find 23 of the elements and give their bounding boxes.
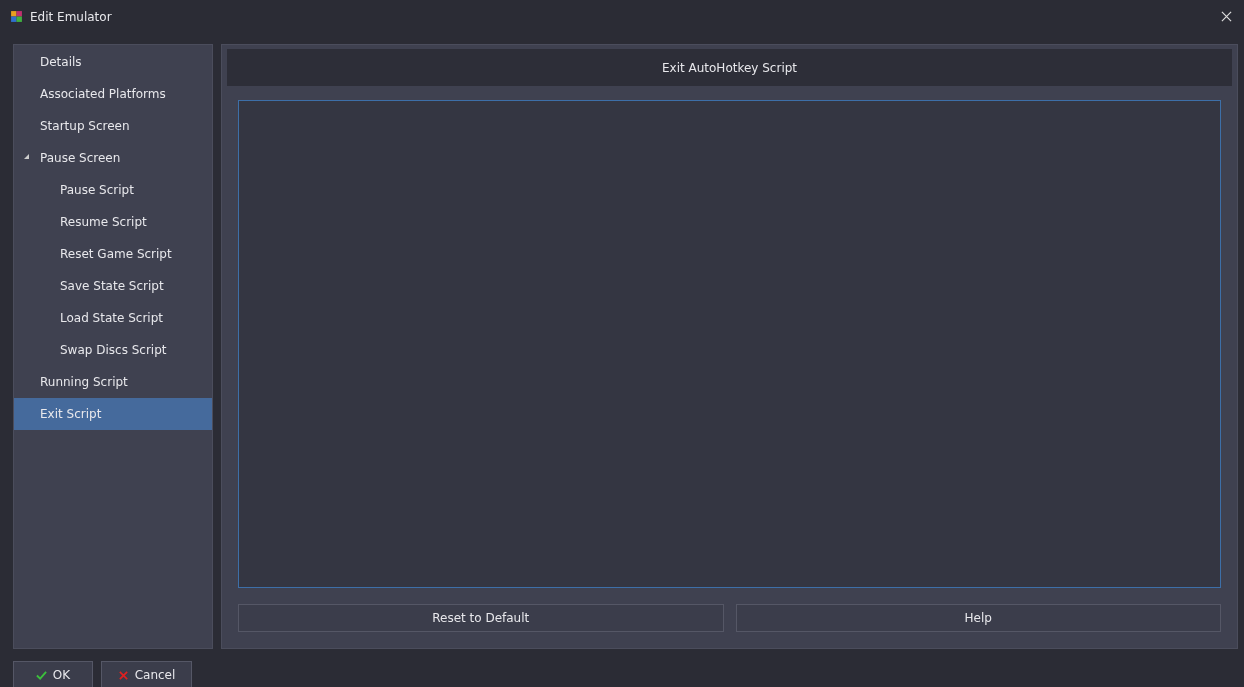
sidebar-item[interactable]: Load State Script [14,302,212,334]
sidebar-item[interactable]: Running Script [14,366,212,398]
panel-button[interactable]: Reset to Default [238,604,724,632]
cross-icon [117,669,129,681]
sidebar-item[interactable]: Reset Game Script [14,238,212,270]
sidebar-item[interactable]: Resume Script [14,206,212,238]
panel-button[interactable]: Help [735,604,1221,632]
sidebar-item[interactable]: Save State Script [14,270,212,302]
close-icon[interactable] [1221,11,1232,22]
window-title: Edit Emulator [30,9,113,24]
sidebar-item[interactable]: Pause Script [14,174,212,206]
dialog-button[interactable]: OK [13,661,93,687]
dialog-button[interactable]: Cancel [101,661,192,687]
sidebar-item[interactable]: Exit Script [14,398,212,430]
sidebar-item[interactable]: Swap Discs Script [14,334,212,366]
section-header: Exit AutoHotkey Script [227,49,1232,86]
expander-icon[interactable] [24,154,29,159]
sidebar-item[interactable]: Associated Platforms [14,78,212,110]
sidebar-item[interactable]: Details [14,46,212,78]
sidebar-item[interactable]: Startup Screen [14,110,212,142]
app-logo-icon [10,10,23,23]
sidebar-item[interactable]: Pause Screen [14,142,212,174]
checkmark-icon [35,669,47,681]
